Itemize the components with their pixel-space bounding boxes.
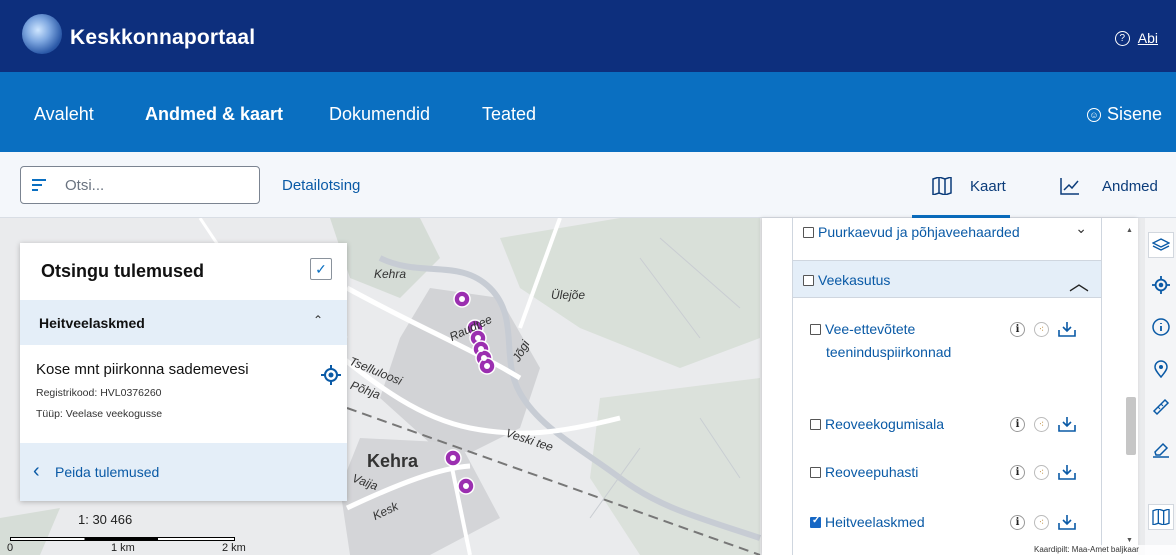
- search-bar: Detailotsing Kaart Andmed: [0, 152, 1176, 218]
- map-toolbar: [1145, 218, 1176, 555]
- measure-button[interactable]: [1148, 394, 1174, 420]
- chevron-up-icon[interactable]: ︿: [1069, 267, 1089, 296]
- info-icon[interactable]: i: [1010, 416, 1025, 432]
- results-title: Otsingu tulemused: [41, 261, 205, 281]
- erase-button[interactable]: [1148, 436, 1174, 462]
- layer-group-veekasutus[interactable]: Veekasutus ︿: [792, 260, 1102, 298]
- layer-actions: i ⁖: [1010, 321, 1076, 337]
- chevron-up-icon[interactable]: ⌃: [313, 313, 323, 327]
- layers-button[interactable]: [1148, 232, 1174, 258]
- download-icon[interactable]: [1058, 321, 1076, 337]
- scale-ratio: 1: 30 466: [78, 512, 133, 527]
- result-item[interactable]: Kose mnt piirkonna sademevesi Registriko…: [20, 345, 347, 443]
- logo-icon[interactable]: [22, 14, 62, 54]
- tab-map-label: Kaart: [970, 177, 1006, 195]
- info-icon[interactable]: i: [1010, 514, 1025, 530]
- result-type: Tüüp: Veelase veekogusse: [36, 408, 163, 420]
- scale-label: 1 km: [111, 542, 135, 554]
- locate-icon[interactable]: [321, 365, 341, 385]
- help-icon: ?: [1114, 30, 1130, 46]
- chevron-down-icon[interactable]: ⌄: [1075, 220, 1087, 237]
- search-input[interactable]: [65, 167, 255, 203]
- basemap-button[interactable]: [1148, 504, 1174, 530]
- map-attribution: Kaardipilt: Maa-Amet baljkaar: [1030, 545, 1176, 555]
- scale-bar: [10, 537, 235, 541]
- layers-panel: Puurkaevud ja põhjaveehaarded ⌄ Veekasut…: [762, 218, 1138, 555]
- download-icon[interactable]: [1058, 464, 1076, 480]
- layers-scrollbar[interactable]: ▲ ▼: [1126, 227, 1136, 547]
- layer-item[interactable]: Heitveelaskmed: [810, 514, 925, 530]
- nav-documents[interactable]: Dokumendid: [329, 104, 430, 125]
- legend-icon[interactable]: ⁖: [1034, 321, 1049, 337]
- layer-actions: i ⁖: [1010, 464, 1076, 480]
- layer-item[interactable]: Reoveekogumisala: [810, 416, 944, 432]
- legend-icon[interactable]: ⁖: [1034, 416, 1049, 432]
- download-icon[interactable]: [1058, 514, 1076, 530]
- legend-icon[interactable]: ⁖: [1034, 514, 1049, 530]
- results-checkbox[interactable]: ✓: [310, 258, 332, 280]
- legend-icon[interactable]: ⁖: [1034, 464, 1049, 480]
- map-icon: [932, 177, 952, 195]
- scroll-up-icon[interactable]: ▲: [1126, 227, 1133, 234]
- app: Keskkonnaportaal ? Abi Avaleht Andmed & …: [0, 0, 1176, 555]
- locate-button[interactable]: [1148, 272, 1174, 298]
- nav-data-map[interactable]: Andmed & kaart: [145, 104, 283, 125]
- place-label: Ülejõe: [551, 288, 586, 302]
- tab-map[interactable]: Kaart: [932, 177, 1006, 195]
- help-link[interactable]: ? Abi: [1114, 30, 1158, 46]
- pin-button[interactable]: [1148, 356, 1174, 382]
- layer-item-cont: teeninduspiirkonnad: [826, 344, 952, 360]
- nav-home[interactable]: Avaleht: [34, 104, 94, 125]
- place-label-major: Kehra: [367, 451, 419, 471]
- detail-search-link[interactable]: Detailotsing: [282, 177, 360, 194]
- signin-label: Sisene: [1106, 104, 1162, 124]
- locate-icon: [1152, 276, 1170, 294]
- nav-notices[interactable]: Teated: [482, 104, 536, 125]
- scroll-down-icon[interactable]: ▼: [1126, 537, 1133, 544]
- top-bar: Keskkonnaportaal ? Abi: [0, 0, 1176, 72]
- info-button[interactable]: [1148, 314, 1174, 340]
- info-icon: [1152, 318, 1170, 336]
- ruler-icon: [1152, 398, 1170, 416]
- pin-icon: [1154, 360, 1168, 378]
- hide-results-button[interactable]: ‹ Peida tulemused: [20, 443, 347, 501]
- layer-item[interactable]: Reoveepuhasti: [810, 464, 918, 480]
- eraser-icon: [1153, 442, 1169, 458]
- results-group-header[interactable]: Heitveelaskmed ⌃: [20, 300, 347, 345]
- info-icon[interactable]: i: [1010, 321, 1025, 337]
- nav-bar: Avaleht Andmed & kaart Dokumendid Teated…: [0, 72, 1176, 152]
- layer-actions: i ⁖: [1010, 416, 1076, 432]
- result-name[interactable]: Kose mnt piirkonna sademevesi: [36, 361, 249, 378]
- result-reg-code: Registrikood: HVL0376260: [36, 387, 162, 399]
- layer-item[interactable]: Vee-ettevõtete: [810, 321, 915, 337]
- place-label: Kehra: [374, 267, 407, 281]
- scroll-thumb[interactable]: [1126, 397, 1136, 455]
- brand-title[interactable]: Keskkonnaportaal: [70, 26, 255, 50]
- layers-icon: [1152, 238, 1170, 251]
- chart-icon: [1060, 178, 1079, 195]
- signin-button[interactable]: ☺ Sisene: [1086, 104, 1162, 125]
- layer-item[interactable]: Puurkaevud ja põhjaveehaarded ⌄: [792, 218, 1102, 260]
- results-group-label: Heitveelaskmed: [39, 315, 145, 331]
- search-box[interactable]: [20, 166, 260, 204]
- user-icon: ☺: [1086, 107, 1101, 122]
- tab-data-label: Andmed: [1102, 177, 1158, 195]
- hide-results-label: Peida tulemused: [55, 464, 160, 480]
- tab-data[interactable]: Andmed: [1060, 177, 1158, 195]
- layer-actions: i ⁖: [1010, 514, 1076, 530]
- map-icon: [1152, 509, 1170, 525]
- chevron-left-icon: ‹: [33, 460, 40, 482]
- download-icon[interactable]: [1058, 416, 1076, 432]
- help-label[interactable]: Abi: [1138, 30, 1158, 46]
- scale-label: 0: [7, 542, 14, 554]
- filter-icon[interactable]: [32, 179, 46, 191]
- search-results-panel: Otsingu tulemused ✓ Heitveelaskmed ⌃ Kos…: [20, 243, 347, 501]
- scale-label: 2 km: [222, 542, 246, 554]
- info-icon[interactable]: i: [1010, 464, 1025, 480]
